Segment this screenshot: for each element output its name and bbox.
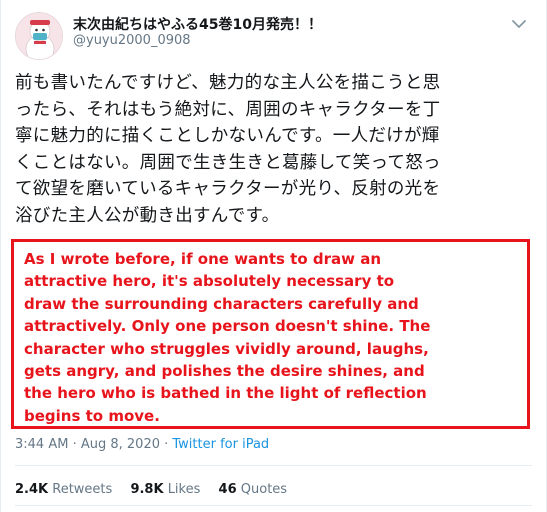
divider — [15, 465, 532, 466]
divider — [15, 505, 532, 506]
tweet-text: 前も書いたんですけど、魅力的な主人公を描こうと思 ったら、それはもう絶対に、周囲… — [15, 70, 535, 230]
likes-count: 9.8K — [130, 482, 164, 497]
translation-line: attractive hero, it's absolutely necessa… — [24, 272, 395, 291]
tweet-card: 末次由紀ちはやふる45巻10月発売！！ @yuyu2000_0908 前も書いた… — [0, 0, 547, 512]
author-display-name[interactable]: 末次由紀ちはやふる45巻10月発売！！ — [73, 14, 322, 34]
retweets-count: 2.4K — [15, 482, 49, 497]
tweet-line: 寧に魅力的に描くことしかないんです。一人だけが輝 — [15, 126, 440, 147]
translation-line: character who struggles vividly around, … — [24, 339, 429, 358]
tweet-meta: 3:44 AM · Aug 8, 2020 · Twitter for iPad — [15, 437, 269, 452]
tweet-line: くことはない。周囲で生き生きと葛藤して笑って怒っ — [15, 152, 441, 173]
meta-separator: · — [68, 437, 81, 452]
likes-label: Likes — [167, 482, 201, 497]
tweet-source-link[interactable]: Twitter for iPad — [172, 437, 269, 452]
tweet-time[interactable]: 3:44 AM — [15, 437, 68, 452]
tweet-line: ったら、それはもう絶対に、周囲のキャラクターを丁 — [15, 99, 441, 120]
snowman-avatar-icon — [16, 13, 62, 59]
meta-separator: · — [159, 437, 173, 452]
translation-line: draw the surrounding characters carefull… — [24, 294, 419, 313]
translation-line: the hero who is bathed in the light of r… — [24, 384, 427, 403]
likes-stat[interactable]: 9.8K Likes — [130, 482, 200, 497]
more-options-button[interactable] — [510, 16, 528, 30]
tweet-line: て欲望を磨いているキャラクターが光り、反射の光を — [15, 179, 441, 200]
avatar[interactable] — [15, 12, 63, 60]
translation-line: begins to move. — [24, 406, 160, 425]
tweet-line: 前も書いたんですけど、魅力的な主人公を描こうと思 — [15, 73, 441, 93]
chevron-down-icon — [512, 20, 526, 28]
retweets-stat[interactable]: 2.4K Retweets — [15, 482, 112, 497]
tweet-date[interactable]: Aug 8, 2020 — [81, 437, 160, 452]
quotes-stat[interactable]: 46 Quotes — [219, 482, 288, 497]
tweet-line: 浴びた主人公が動き出すんです。 — [15, 205, 280, 226]
retweets-label: Retweets — [52, 482, 113, 497]
translation-box: As I wrote before, if one wants to draw … — [11, 239, 530, 429]
quotes-count: 46 — [218, 482, 237, 497]
translation-line: attractively. Only one person doesn't sh… — [24, 317, 431, 336]
quotes-label: Quotes — [240, 482, 288, 497]
translation-line: As I wrote before, if one wants to draw … — [24, 250, 382, 268]
author-handle[interactable]: @yuyu2000_0908 — [73, 33, 191, 48]
tweet-stats: 2.4K Retweets 9.8K Likes 46 Quotes — [15, 482, 301, 497]
translation-line: gets angry, and polishes the desire shin… — [24, 362, 425, 381]
